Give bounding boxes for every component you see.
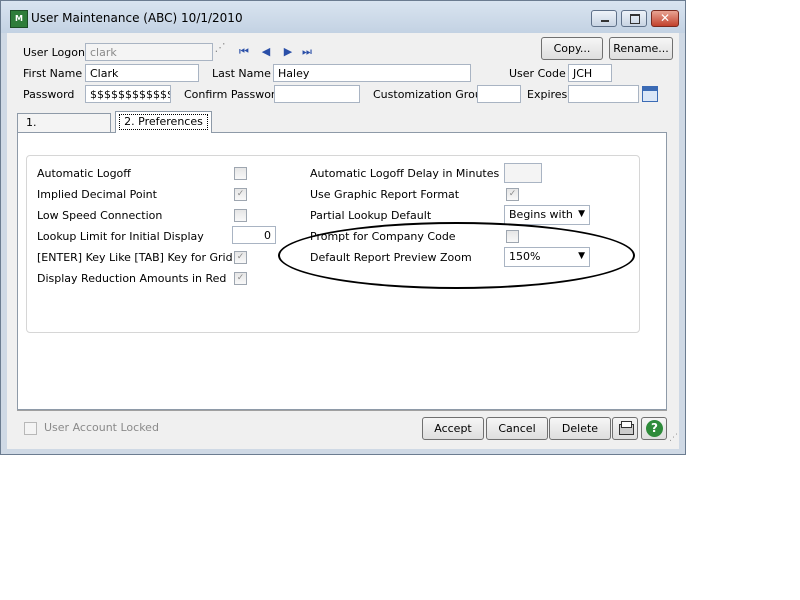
display-reduction-red-checkbox[interactable]: ✓ <box>234 272 247 285</box>
previous-record-icon[interactable]: ◀ <box>260 46 272 58</box>
last-name-label: Last Name <box>212 67 271 80</box>
customization-group-label: Customization Group <box>373 88 489 101</box>
lookup-dots-icon[interactable]: ⋰ <box>214 42 226 54</box>
user-maintenance-window: M User Maintenance (ABC) 10/1/2010 ✕ Use… <box>0 0 686 455</box>
expires-label: Expires <box>527 88 568 101</box>
help-icon: ? <box>646 420 663 437</box>
first-name-field[interactable]: Clark <box>85 64 199 82</box>
help-button[interactable]: ? <box>641 417 667 440</box>
window-title: User Maintenance (ABC) 10/1/2010 <box>31 11 243 25</box>
partial-lookup-default-select[interactable]: Begins with ▼ <box>504 205 590 225</box>
report-preview-zoom-select[interactable]: 150% ▼ <box>504 247 590 267</box>
checkmark-icon: ✓ <box>236 252 245 262</box>
implied-decimal-point-label: Implied Decimal Point <box>37 188 157 201</box>
graphic-report-format-label: Use Graphic Report Format <box>310 188 460 201</box>
checkmark-icon: ✓ <box>508 189 517 199</box>
cancel-button[interactable]: Cancel <box>486 417 548 440</box>
logoff-delay-field[interactable] <box>504 163 542 183</box>
last-name-field[interactable]: Haley <box>273 64 471 82</box>
preferences-panel: Automatic Logoff Implied Decimal Point ✓… <box>17 132 667 410</box>
client-area: User Logon clark ⋰ ⏮ ◀ ▶ ⏭ Copy... Renam… <box>7 33 679 449</box>
tab-preferences-label: 2. Preferences <box>119 114 208 130</box>
confirm-password-field[interactable] <box>274 85 360 103</box>
title-bar[interactable]: M User Maintenance (ABC) 10/1/2010 ✕ <box>1 1 685 33</box>
user-account-locked-label: User Account Locked <box>44 421 159 434</box>
copy-button[interactable]: Copy... <box>541 37 603 60</box>
next-record-icon[interactable]: ▶ <box>282 46 294 58</box>
report-preview-zoom-label: Default Report Preview Zoom <box>310 251 472 264</box>
partial-lookup-default-label: Partial Lookup Default <box>310 209 432 222</box>
printer-paper-icon <box>621 421 632 428</box>
checkmark-icon: ✓ <box>236 273 245 283</box>
tab-maintenance[interactable]: 1. Maintenance <box>17 113 111 147</box>
automatic-logoff-checkbox[interactable] <box>234 167 247 180</box>
minimize-button[interactable] <box>591 10 617 27</box>
last-record-icon[interactable]: ⏭ <box>301 46 313 58</box>
partial-lookup-default-value: Begins with <box>509 208 573 221</box>
report-preview-zoom-value: 150% <box>509 250 541 263</box>
prompt-company-code-label: Prompt for Company Code <box>310 230 456 243</box>
close-icon: ✕ <box>660 11 671 25</box>
tab-preferences[interactable]: 2. Preferences <box>115 111 212 133</box>
accept-button[interactable]: Accept <box>422 417 484 440</box>
first-record-icon[interactable]: ⏮ <box>238 46 250 58</box>
logoff-delay-label: Automatic Logoff Delay in Minutes <box>310 167 500 180</box>
enter-like-tab-checkbox[interactable]: ✓ <box>234 251 247 264</box>
checkmark-icon: ✓ <box>236 189 245 199</box>
password-label: Password <box>23 88 75 101</box>
prompt-company-code-checkbox[interactable] <box>506 230 519 243</box>
user-code-label: User Code <box>509 67 566 80</box>
maximize-icon <box>630 14 640 24</box>
low-speed-connection-label: Low Speed Connection <box>37 209 163 222</box>
dropdown-arrow-icon: ▼ <box>578 251 585 261</box>
customization-group-field[interactable] <box>477 85 521 103</box>
enter-like-tab-label: [ENTER] Key Like [TAB] Key for Grid <box>37 251 233 264</box>
preferences-group: Automatic Logoff Implied Decimal Point ✓… <box>26 155 640 333</box>
calendar-icon[interactable] <box>642 86 658 102</box>
user-logon-field[interactable]: clark <box>85 43 213 61</box>
graphic-report-format-checkbox[interactable]: ✓ <box>506 188 519 201</box>
automatic-logoff-label: Automatic Logoff <box>37 167 131 180</box>
implied-decimal-point-checkbox[interactable]: ✓ <box>234 188 247 201</box>
confirm-password-label: Confirm Password <box>184 88 283 101</box>
lookup-limit-field[interactable]: 0 <box>232 226 276 244</box>
first-name-label: First Name <box>23 67 83 80</box>
user-code-field[interactable]: JCH <box>568 64 612 82</box>
expires-field[interactable] <box>568 85 639 103</box>
app-icon: M <box>10 10 28 28</box>
rename-button[interactable]: Rename... <box>609 37 673 60</box>
minimize-icon <box>601 20 609 22</box>
user-account-locked-checkbox[interactable] <box>24 422 37 435</box>
user-logon-label: User Logon <box>23 46 85 59</box>
password-field[interactable]: $$$$$$$$$$$$$$ <box>85 85 171 103</box>
resize-grip-icon[interactable]: ⋰ <box>669 433 678 443</box>
lookup-limit-label: Lookup Limit for Initial Display <box>37 230 204 243</box>
delete-button[interactable]: Delete <box>549 417 611 440</box>
close-button[interactable]: ✕ <box>651 10 679 27</box>
footer-divider <box>17 410 667 411</box>
dropdown-arrow-icon: ▼ <box>578 209 585 219</box>
maximize-button[interactable] <box>621 10 647 27</box>
low-speed-connection-checkbox[interactable] <box>234 209 247 222</box>
print-button[interactable] <box>612 417 638 440</box>
display-reduction-red-label: Display Reduction Amounts in Red <box>37 272 227 285</box>
